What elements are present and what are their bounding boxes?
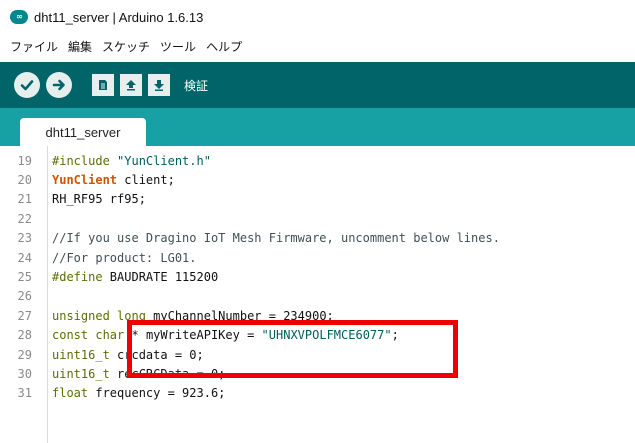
line-code: RH_RF95 rf95;: [40, 192, 146, 206]
line-number: 20: [17, 172, 32, 187]
menu-bar: ファイル 編集 スケッチ ツール ヘルプ: [0, 34, 635, 58]
title-bar: ∞ dht11_server | Arduino 1.6.13: [0, 0, 635, 34]
code-token: uint16_t: [52, 347, 110, 362]
code-token: frequency = 923.6;: [88, 386, 226, 401]
line-number: 26: [17, 289, 32, 304]
code-token: //For product: LG01.: [52, 250, 197, 265]
toolbar-action-label: 検証: [184, 78, 209, 93]
menu-help[interactable]: ヘルプ: [206, 38, 242, 55]
line-number: 21: [17, 192, 32, 207]
code-token: //If you use Dragino IoT Mesh Firmware, …: [52, 231, 500, 246]
code-line: 20 YunClient client;: [0, 170, 635, 189]
code-token: unsigned: [52, 308, 110, 323]
verify-icon: [20, 80, 34, 91]
code-token: const: [52, 328, 89, 343]
code-token: #include: [52, 153, 110, 168]
menu-tools[interactable]: ツール: [160, 38, 196, 55]
code-line: 26: [0, 287, 635, 306]
code-line: 31 float frequency = 923.6;: [0, 384, 635, 403]
toolbar: 検証: [0, 62, 635, 108]
upload-button[interactable]: [46, 72, 72, 98]
open-icon: [126, 80, 136, 91]
line-number: 22: [17, 211, 32, 226]
open-button[interactable]: [120, 74, 142, 96]
line-number: 31: [17, 386, 32, 401]
line-number: 19: [17, 153, 32, 168]
line-code: YunClient client;: [40, 173, 175, 187]
line-number: 24: [17, 250, 32, 265]
code-token: "YunClient.h": [109, 153, 211, 168]
code-token: client;: [117, 172, 175, 187]
line-number: 29: [17, 347, 32, 362]
code-editor[interactable]: 19 #include "YunClient.h" 20 YunClient clie…: [0, 146, 635, 443]
window-title: dht11_server | Arduino 1.6.13: [34, 9, 204, 25]
code-line: 24 //For product: LG01.: [0, 248, 635, 267]
menu-edit[interactable]: 編集: [68, 38, 92, 55]
code-token: char: [95, 328, 125, 343]
upload-icon: [52, 79, 65, 91]
line-number: 27: [17, 308, 32, 323]
code-token: RH_RF95 rf95;: [52, 192, 146, 207]
code-token: float: [52, 386, 89, 401]
code-line: 21 RH_RF95 rf95;: [0, 190, 635, 209]
new-icon: [99, 80, 107, 90]
code-line: 19 #include "YunClient.h": [0, 151, 635, 170]
line-number: 30: [17, 366, 32, 381]
code-token: YunClient: [52, 172, 118, 187]
line-code: #include "YunClient.h": [40, 154, 211, 168]
save-button[interactable]: [148, 74, 170, 96]
menu-file[interactable]: ファイル: [10, 38, 58, 55]
highlight-box: [127, 320, 458, 378]
line-code: float frequency = 923.6;: [40, 386, 225, 400]
save-icon: [154, 80, 164, 91]
code-line: 23 //If you use Dragino IoT Mesh Firmware…: [0, 229, 635, 248]
line-code: #define BAUDRATE 115200: [40, 270, 218, 284]
code-token: BAUDRATE 115200: [102, 269, 219, 284]
line-code: //If you use Dragino IoT Mesh Firmware, …: [40, 231, 500, 245]
code-line: 22: [0, 209, 635, 228]
line-code: //For product: LG01.: [40, 251, 197, 265]
menu-sketch[interactable]: スケッチ: [102, 38, 150, 55]
tab-dht11-server[interactable]: dht11_server: [20, 118, 146, 146]
arduino-logo-icon: ∞: [10, 10, 28, 24]
line-number: 23: [17, 231, 32, 246]
code-line: 25 #define BAUDRATE 115200: [0, 267, 635, 286]
verify-button[interactable]: [14, 72, 40, 98]
code-token: uint16_t: [52, 366, 110, 381]
line-number: 25: [17, 269, 32, 284]
code-token: #define: [52, 269, 103, 284]
new-button[interactable]: [92, 74, 114, 96]
tab-strip: dht11_server: [0, 108, 635, 146]
line-number: 28: [17, 328, 32, 343]
